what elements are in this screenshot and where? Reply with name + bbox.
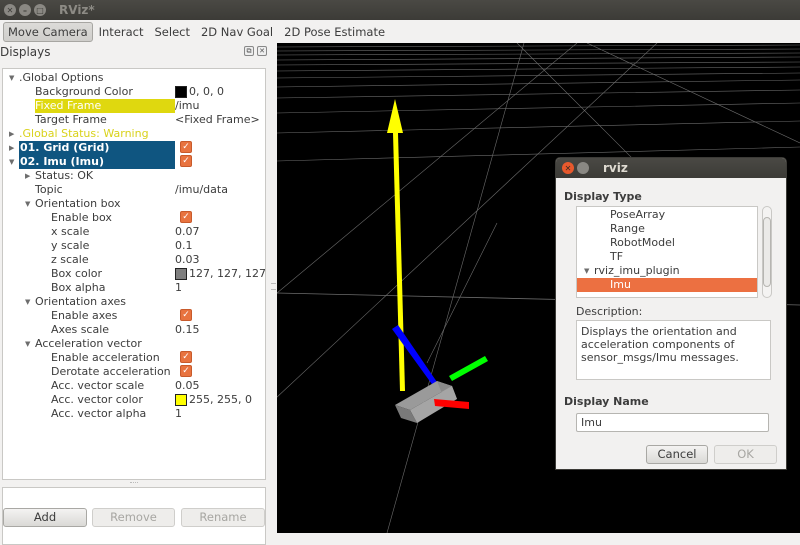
display-type-heading: Display Type (564, 190, 642, 203)
remove-display-button[interactable]: Remove (92, 508, 175, 527)
tree-row-topic[interactable]: Topic /imu/data (3, 183, 265, 197)
tree-row-enable-axes[interactable]: Enable axes ✓ (3, 309, 265, 323)
y-axis-line (449, 356, 488, 381)
tree-row-imu-display[interactable]: ▼ 02. Imu (Imu) ✓ (3, 155, 265, 169)
color-swatch-icon (175, 86, 187, 98)
tool-move-camera[interactable]: Move Camera (3, 21, 93, 42)
expand-arrow-icon[interactable]: ▼ (25, 295, 30, 309)
tree-row-acc-vector-scale[interactable]: Acc. vector scale 0.05 (3, 379, 265, 393)
expand-arrow-icon[interactable]: ▶ (25, 169, 30, 183)
ok-button[interactable]: OK (714, 445, 777, 464)
expand-arrow-icon[interactable]: ▼ (25, 197, 30, 211)
dialog-minimize-button[interactable] (577, 162, 589, 174)
add-display-dialog: ✕ rviz Display Type PoseArray Range Robo… (555, 157, 787, 470)
tools-toolbar: Move Camera Interact Select 2D Nav Goal … (0, 20, 800, 43)
display-name-heading: Display Name (564, 395, 649, 408)
display-type-item[interactable]: PoseArray (577, 208, 757, 222)
tree-row-background-color[interactable]: Background Color 0, 0, 0 (3, 85, 265, 99)
panel-splitter-handle[interactable] (130, 482, 138, 484)
window-close-button[interactable]: ✕ (4, 4, 16, 16)
tree-row-axes-scale[interactable]: Axes scale 0.15 (3, 323, 265, 337)
tree-row-acc-vector-color[interactable]: Acc. vector color 255, 255, 0 (3, 393, 265, 407)
tree-row-grid-display[interactable]: ▶ 01. Grid (Grid) ✓ (3, 141, 265, 155)
add-display-button[interactable]: Add (3, 508, 87, 527)
dialog-titlebar: ✕ rviz (556, 158, 786, 178)
main-splitter-handle[interactable] (270, 43, 277, 533)
z-axis-line (392, 325, 439, 387)
imu-enabled-checkbox[interactable]: ✓ (180, 155, 192, 167)
display-name-input[interactable]: Imu (576, 413, 769, 432)
tree-row-acc-vector-alpha[interactable]: Acc. vector alpha 1 (3, 407, 265, 421)
expand-arrow-icon[interactable]: ▶ (9, 127, 14, 141)
tree-row-orientation-box[interactable]: ▼ Orientation box (3, 197, 265, 211)
display-type-item[interactable]: Range (577, 222, 757, 236)
tree-row-x-scale[interactable]: x scale 0.07 (3, 225, 265, 239)
derotate-acceleration-checkbox[interactable]: ✓ (180, 365, 192, 377)
display-type-group[interactable]: ▼ rviz_imu_plugin (577, 264, 757, 278)
tool-interact[interactable]: Interact (94, 22, 149, 42)
expand-arrow-icon[interactable]: ▼ (25, 337, 30, 351)
display-type-item-partial[interactable] (577, 292, 757, 297)
display-type-item[interactable]: TF (577, 250, 757, 264)
color-swatch-icon (175, 394, 187, 406)
enable-axes-checkbox[interactable]: ✓ (180, 309, 192, 321)
window-maximize-button[interactable]: □ (34, 4, 46, 16)
displays-panel: Displays ⧉ ✕ ▼ .Global Options Backgroun… (0, 43, 277, 545)
expand-arrow-icon[interactable]: ▼ (584, 264, 589, 278)
undock-icon[interactable]: ⧉ (244, 46, 254, 56)
window-titlebar: ✕ – □ RViz* (0, 0, 800, 20)
tree-row-enable-acceleration[interactable]: Enable acceleration ✓ (3, 351, 265, 365)
tree-row-global-status[interactable]: ▶ .Global Status: Warning (3, 127, 265, 141)
enable-acceleration-checkbox[interactable]: ✓ (180, 351, 192, 363)
display-type-item-selected[interactable]: Imu (577, 278, 757, 292)
cancel-button[interactable]: Cancel (646, 445, 708, 464)
expand-arrow-icon[interactable]: ▼ (9, 155, 14, 169)
tool-2d-nav-goal[interactable]: 2D Nav Goal (196, 22, 278, 42)
grid-enabled-checkbox[interactable]: ✓ (180, 141, 192, 153)
displays-panel-title: Displays (0, 45, 51, 59)
tool-select[interactable]: Select (150, 22, 195, 42)
tree-row-y-scale[interactable]: y scale 0.1 (3, 239, 265, 253)
window-minimize-button[interactable]: – (19, 4, 31, 16)
expand-arrow-icon[interactable]: ▼ (9, 71, 14, 85)
tool-2d-pose-estimate[interactable]: 2D Pose Estimate (279, 22, 390, 42)
display-type-list[interactable]: PoseArray Range RobotModel TF ▼ rviz_imu… (576, 206, 758, 298)
tree-row-target-frame[interactable]: Target Frame <Fixed Frame> (3, 113, 265, 127)
display-type-item[interactable]: RobotModel (577, 236, 757, 250)
enable-box-checkbox[interactable]: ✓ (180, 211, 192, 223)
display-type-scrollbar[interactable] (762, 206, 772, 298)
expand-arrow-icon[interactable]: ▶ (9, 141, 14, 155)
displays-tree[interactable]: ▼ .Global Options Background Color 0, 0,… (2, 68, 266, 480)
tree-row-status-ok[interactable]: ▶ Status: OK (3, 169, 265, 183)
tree-row-derotate-acceleration[interactable]: Derotate acceleration ✓ (3, 365, 265, 379)
window-title: RViz* (59, 3, 95, 17)
scrollbar-thumb[interactable] (763, 217, 771, 287)
color-swatch-icon (175, 268, 187, 280)
close-icon[interactable]: ✕ (257, 46, 267, 56)
tree-row-fixed-frame[interactable]: Fixed Frame /imu (3, 99, 265, 113)
acceleration-vector-arrow (387, 99, 405, 391)
tree-row-box-color[interactable]: Box color 127, 127, 127 (3, 267, 265, 281)
tree-row-enable-box[interactable]: Enable box ✓ (3, 211, 265, 225)
dialog-close-button[interactable]: ✕ (562, 162, 574, 174)
tree-row-global-options[interactable]: ▼ .Global Options (3, 71, 265, 85)
rename-display-button[interactable]: Rename (181, 508, 265, 527)
tree-row-orientation-axes[interactable]: ▼ Orientation axes (3, 295, 265, 309)
dialog-title: rviz (603, 161, 628, 175)
tree-row-acceleration-vector[interactable]: ▼ Acceleration vector (3, 337, 265, 351)
tree-row-z-scale[interactable]: z scale 0.03 (3, 253, 265, 267)
description-heading: Description: (576, 305, 643, 318)
description-text: Displays the orientation and acceleratio… (576, 320, 771, 380)
tree-row-box-alpha[interactable]: Box alpha 1 (3, 281, 265, 295)
